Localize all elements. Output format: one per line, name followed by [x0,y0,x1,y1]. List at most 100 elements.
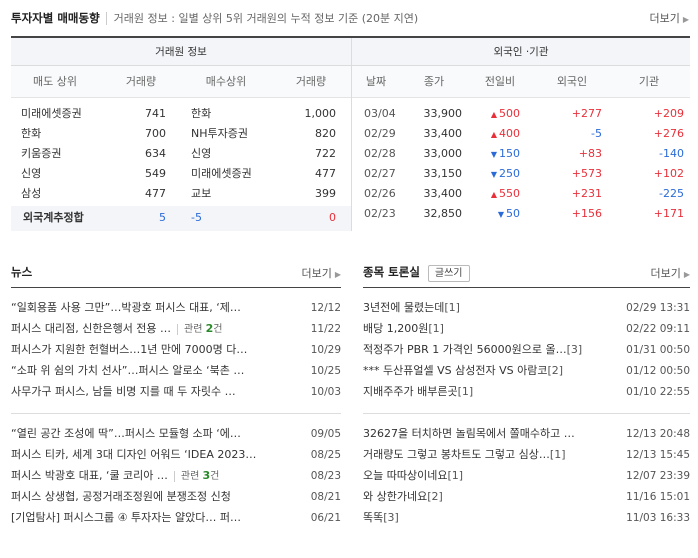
buy-broker-name: NH투자증권 [191,127,248,140]
investor-trade-table: 거래원 정보 외국인 ·기관 매도 상위 거래량 매수상위 거래량 날짜 종가 … [11,36,690,231]
news-item[interactable]: “열린 공간 조성에 딱”…퍼시스 모듈형 소파 ‘에… 09/05 [11,424,341,444]
news-headline[interactable]: 퍼시스 티카, 세계 3대 디자인 어워드 ‘IDEA 2023… [11,445,301,465]
foreign-total-row: 외국계추정합 5 -5 0 [11,206,351,231]
news-item[interactable]: 퍼시스 대리점, 신한은행서 전용 … 관련 2건 11/22 [11,319,341,339]
news-item[interactable]: 퍼시스 상생협, 공정거래조정원에 분쟁조정 신청 08/21 [11,487,341,507]
header-change: 전일비 [484,75,516,88]
board-post-title[interactable]: 배당 1,200원[1] [363,319,613,339]
board-post-title[interactable]: 지배주주가 배부른곳[1] [363,382,613,402]
news-headline[interactable]: 퍼시스 대리점, 신한은행서 전용 … 관련 2건 [11,319,301,340]
news-related[interactable]: 관련 2건 [177,322,223,335]
daily-institution: -140 [659,147,684,160]
news-headline[interactable]: “소파 위 쉼의 가치 선사”…퍼시스 알로소 ‘북촌 … [11,361,301,381]
board-post-title[interactable]: 적정주가 PBR 1 가격인 56000원으로 올…[3] [363,340,613,360]
chevron-right-icon: ▶ [683,270,690,279]
board-post[interactable]: *** 두산퓨얼셀 VS 삼성전자 VS 아람코[2] 01/12 00:50 [363,361,690,381]
board-post-text: 지배주주가 배부른곳 [363,385,458,398]
board-post[interactable]: 3년전에 물렸는데[1] 02/29 13:31 [363,298,690,318]
board-more-label: 더보기 [650,267,681,280]
chevron-right-icon: ▶ [682,15,689,24]
board-post[interactable]: 똑똑[3] 11/03 16:33 [363,508,690,528]
news-title: 뉴스 [11,265,33,279]
board-post-title[interactable]: 32627을 터치하면 놀림목에서 쫄매수하고 … [363,424,613,444]
daily-institution: +276 [653,127,684,140]
sell-broker-volume: 634 [145,147,166,160]
news-related-suffix: 건 [213,324,223,335]
board-post-title[interactable]: 오늘 따따상이네요[1] [363,466,613,486]
chevron-right-icon: ▶ [334,270,341,279]
news-headline[interactable]: “열린 공간 조성에 딱”…퍼시스 모듈형 소파 ‘에… [11,424,301,444]
daily-institution: +102 [653,167,684,180]
sell-broker-volume: 549 [145,167,166,180]
news-headline[interactable]: 퍼시스 박광호 대표, ‘쿨 코리아 … 관련 3건 [11,466,301,487]
header-close: 종가 [423,75,445,88]
news-headline[interactable]: 퍼시스 상생협, 공정거래조정원에 분쟁조정 신청 [11,487,301,507]
board-post-title[interactable]: 똑똑[3] [363,508,613,528]
news-more-link[interactable]: 더보기 ▶ [301,265,341,281]
header-institution: 기관 [638,75,660,88]
buy-broker-volume: 477 [315,167,336,180]
news-related[interactable]: 관련 3건 [173,469,220,482]
board-post[interactable]: 거래량도 그렇고 봉차트도 그렇고 심상…[1] 12/13 15:45 [363,445,690,465]
board-post-text: 거래량도 그렇고 봉차트도 그렇고 심상… [363,448,550,461]
daily-foreign: -5 [591,127,602,140]
board-list: 3년전에 물렸는데[1] 02/29 13:31 배당 1,200원[1] 02/22… [363,298,690,538]
write-post-button[interactable]: 글쓰기 [427,264,470,282]
news-related-label: 관련 [180,471,200,482]
foreign-total-buy: -5 [191,211,202,224]
daily-change: ▲ 550 [474,184,520,204]
daily-date: 02/23 [364,207,396,220]
news-item[interactable]: [기업탐사] 퍼시스그룹 ④ 투자자는 얄았다… 퍼… 06/21 [11,508,341,528]
news-headline-text: 퍼시스 박광호 대표, ‘쿨 코리아 … [11,469,168,482]
board-post[interactable]: 와 상한가네요[2] 11/16 15:01 [363,487,690,507]
foreign-group-header: 외국인 ·기관 [352,38,690,66]
board-post[interactable]: 지배주주가 배부른곳[1] 01/10 22:55 [363,382,690,402]
board-post[interactable]: 오늘 따따상이네요[1] 12/07 23:39 [363,466,690,486]
board-post-date: 01/10 22:55 [626,386,690,398]
news-item[interactable]: 퍼시스가 지원한 헌혈버스…1년 만에 7000명 다… 10/29 [11,340,341,360]
buy-broker-volume: 1,000 [304,107,337,120]
sell-broker-name: 삼성 [21,187,42,200]
news-header-rule [11,287,341,288]
foreign-total-sell: 5 [159,211,166,224]
news-item[interactable]: 퍼시스 티카, 세계 3대 디자인 어워드 ‘IDEA 2023… 08/25 [11,445,341,465]
daily-date: 02/29 [364,127,396,140]
news-date: 10/25 [310,365,341,377]
arrow-up-icon: ▲ [490,190,497,199]
board-post-title[interactable]: 와 상한가네요[2] [363,487,613,507]
news-headline[interactable]: “일회용품 사용 그만”…박광호 퍼시스 대표, ‘제… [11,298,301,318]
buy-broker-name: 미래에셋증권 [191,167,252,180]
board-post-date: 12/13 15:45 [626,449,690,461]
board-post-title[interactable]: *** 두산퓨얼셀 VS 삼성전자 VS 아람코[2] [363,361,613,381]
header-buy-volume: 거래량 [295,75,327,88]
board-more-link[interactable]: 더보기 ▶ [650,265,690,281]
news-headline[interactable]: 사무가구 퍼시스, 남들 비명 지를 때 두 자릿수 … [11,382,301,402]
board-post-date: 02/29 13:31 [626,302,690,314]
investor-more-link[interactable]: 더보기 ▶ [649,10,689,26]
investor-title: 투자자별 매매동향 [11,11,100,25]
buy-broker-volume: 722 [315,147,336,160]
news-headline-text: 사무가구 퍼시스, 남들 비명 지를 때 두 자릿수 … [11,385,236,398]
header-foreign: 외국인 [556,75,588,88]
news-date: 10/29 [310,344,341,356]
board-post[interactable]: 배당 1,200원[1] 02/22 09:11 [363,319,690,339]
daily-institution: -225 [659,187,684,200]
foreign-column-headers: 날짜 종가 전일비 외국인 기관 [352,66,690,98]
board-comment-count: [3] [566,343,583,356]
news-headline[interactable]: 퍼시스가 지원한 헌혈버스…1년 만에 7000명 다… [11,340,301,360]
board-post[interactable]: 적정주가 PBR 1 가격인 56000원으로 올…[3] 01/31 00:50 [363,340,690,360]
arrow-up-icon: ▲ [490,110,497,119]
board-post-title[interactable]: 거래량도 그렇고 봉차트도 그렇고 심상…[1] [363,445,613,465]
news-item[interactable]: 퍼시스 박광호 대표, ‘쿨 코리아 … 관련 3건 08/23 [11,466,341,486]
news-headline[interactable]: [기업탐사] 퍼시스그룹 ④ 투자자는 얄았다… 퍼… [11,508,301,528]
buy-broker-name: 신영 [191,147,212,160]
board-post-date: 12/07 23:39 [626,470,690,482]
news-item[interactable]: 사무가구 퍼시스, 남들 비명 지를 때 두 자릿수 … 10/03 [11,382,341,402]
daily-change: ▼ 250 [474,164,520,184]
board-post[interactable]: 32627을 터치하면 놀림목에서 쫄매수하고 … 12/13 20:48 [363,424,690,444]
news-item[interactable]: “일회용품 사용 그만”…박광호 퍼시스 대표, ‘제… 12/12 [11,298,341,318]
board-comment-count: [1] [428,322,444,335]
news-item[interactable]: “소파 위 쉼의 가치 선사”…퍼시스 알로소 ‘북촌 … 10/25 [11,361,341,381]
board-post-title[interactable]: 3년전에 물렸는데[1] [363,298,613,318]
news-date: 06/21 [310,512,341,524]
